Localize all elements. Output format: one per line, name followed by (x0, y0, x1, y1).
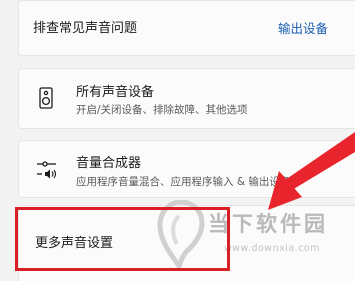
red-arrow (268, 132, 355, 210)
